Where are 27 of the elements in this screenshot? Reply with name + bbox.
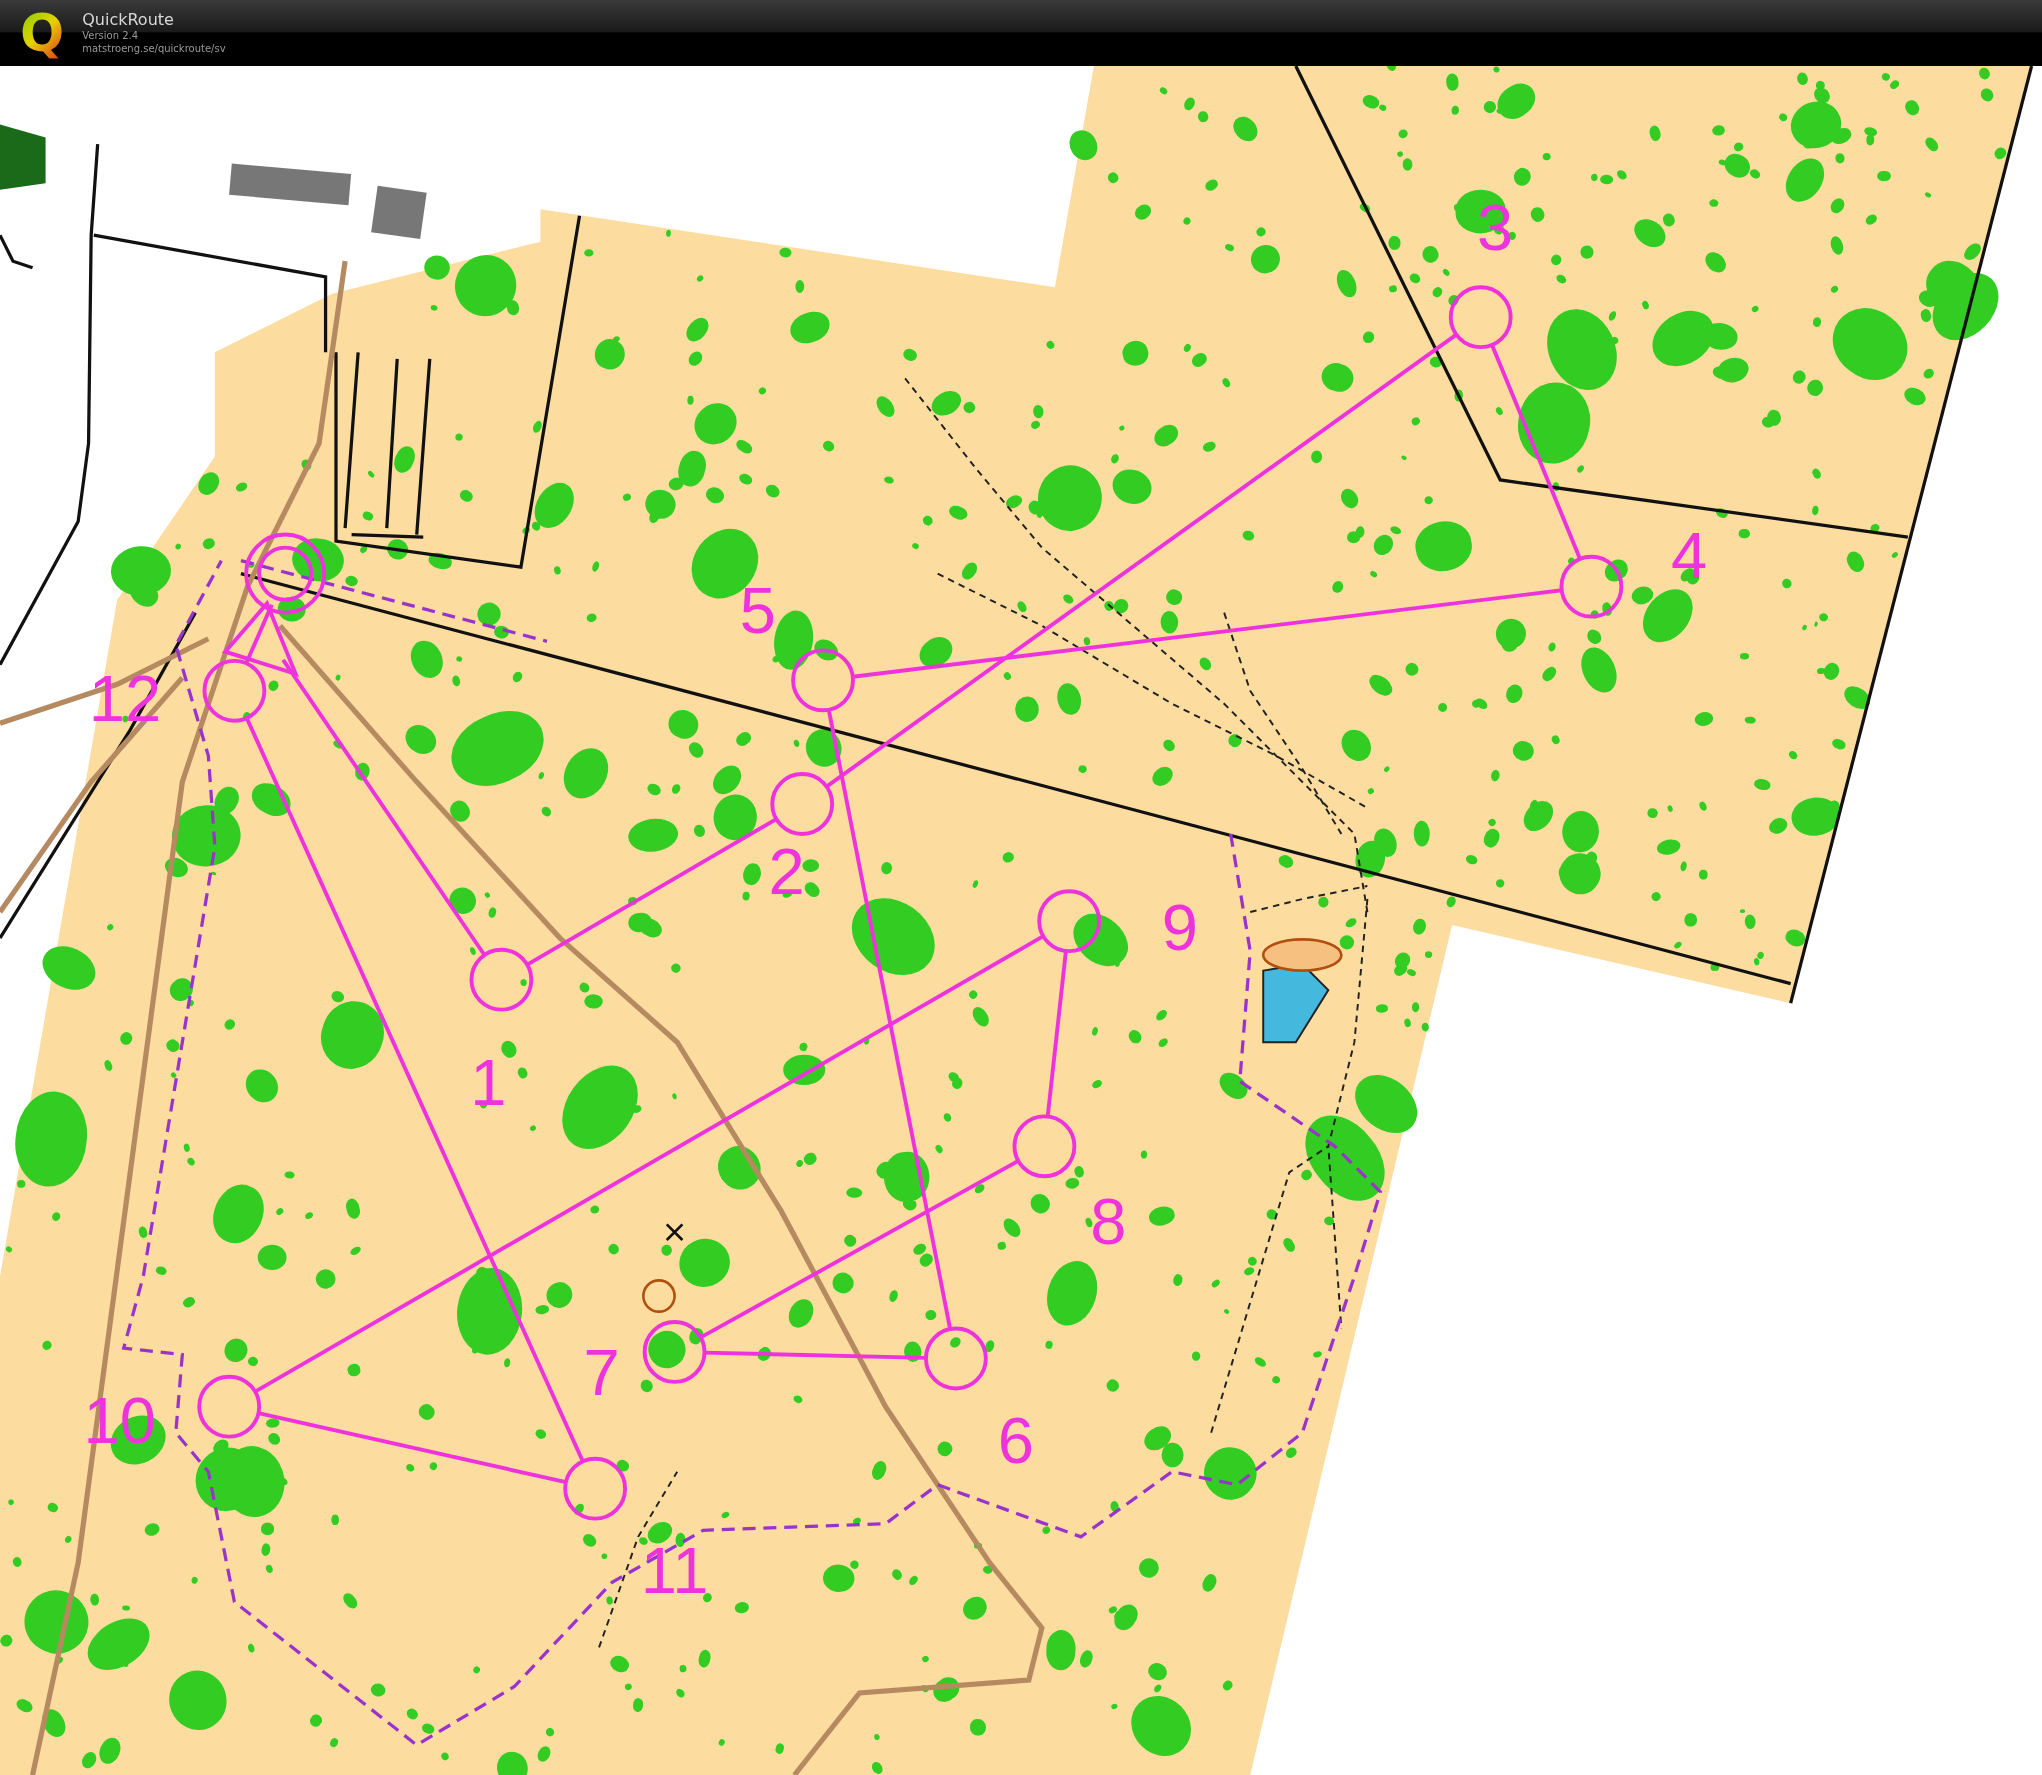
control-circle [1559,554,1624,619]
control-circle [197,1374,262,1439]
control-circle [770,772,835,836]
control-circle [791,648,855,713]
control-number: 6 [997,1403,1034,1477]
control-number: 1 [470,1045,507,1119]
version-text: Version 2.4 [82,30,140,42]
control-number: 8 [1090,1184,1127,1258]
depression [642,1279,676,1313]
control-circle [1012,1114,1077,1179]
control-circle [469,947,534,1012]
control-number: 4 [1670,518,1708,592]
url-text: matstroeng.se/quickroute/sv [82,43,226,55]
app-title: QuickRoute [82,11,175,29]
control-circle [923,1326,988,1391]
control-circle [642,1320,707,1384]
control-number: 9 [1161,890,1198,964]
cross-mark-icon [665,1223,684,1242]
control-circle [1037,889,1102,954]
control-number: 11 [640,1533,709,1607]
control-circle [1448,285,1513,350]
control-number: 5 [739,574,777,648]
control-number: 2 [768,834,805,908]
forest-patch [0,124,46,190]
control-circle [563,1456,628,1521]
control-number: 7 [583,1335,620,1409]
control-circle [202,658,267,723]
